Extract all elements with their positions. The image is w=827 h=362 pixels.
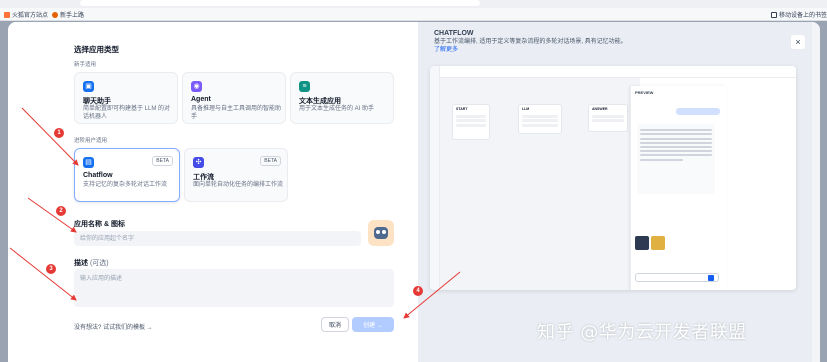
learn-more-link[interactable]: 了解更多 <box>434 47 458 53</box>
preview-toolbar <box>440 66 796 78</box>
address-bar[interactable] <box>80 0 480 6</box>
preview-canvas: START LLM ANSWER <box>440 78 640 290</box>
preview-title: CHATFLOW <box>434 30 474 37</box>
answer-node: ANSWER <box>588 104 628 132</box>
section-beginner: 新手适用 <box>74 62 97 68</box>
chat-bot-icon: ▣ <box>83 81 94 92</box>
app-type-text-generation[interactable]: ≡ 文本生成应用 用于文本生成任务的 AI 助手 <box>290 72 394 124</box>
app-type-chatflow[interactable]: ▤ BETA Chatflow 支持记忆的复杂多轮对话工作流 <box>74 148 180 202</box>
create-app-dialog: 选择应用类型 新手适用 ▣ 聊天助手 简单配置即可构建基于 LLM 的对话机器人… <box>8 22 820 362</box>
create-form-panel: 选择应用类型 新手适用 ▣ 聊天助手 简单配置即可构建基于 LLM 的对话机器人… <box>8 22 418 362</box>
agent-icon: ◉ <box>191 81 202 92</box>
app-type-heading: 选择应用类型 <box>74 45 119 54</box>
bookmark-getting-started[interactable]: 新手上路 <box>52 9 84 20</box>
assistant-message <box>637 124 715 194</box>
bookmarks-bar: 火狐官方站点 新手上路 移动设备上的书签 <box>0 8 827 21</box>
annotation-marker-3: 3 <box>46 264 56 274</box>
app-name-input[interactable] <box>74 231 361 246</box>
chatflow-icon: ▤ <box>83 157 94 168</box>
close-icon[interactable]: × <box>790 34 806 50</box>
preview-panel: CHATFLOW 基于工作流编排, 适用于定义等复杂流程的多轮对话场景, 具有记… <box>418 22 820 362</box>
user-message <box>676 108 720 115</box>
send-icon <box>708 275 714 281</box>
annotation-marker-1: 1 <box>54 128 64 138</box>
watermark: 知乎 @华为云开发者联盟 <box>537 322 747 343</box>
app-type-workflow[interactable]: ✣ BETA 工作流 面向单轮自动化任务的编排工作流 <box>184 148 288 202</box>
preview-chat-input <box>635 273 719 282</box>
beta-badge: BETA <box>152 156 173 166</box>
annotation-marker-2: 2 <box>56 206 66 216</box>
app-type-chat-assistant[interactable]: ▣ 聊天助手 简单配置即可构建基于 LLM 的对话机器人 <box>74 72 178 124</box>
beta-badge: BETA <box>260 156 281 166</box>
robot-icon <box>374 227 388 239</box>
llm-node: LLM <box>518 104 562 134</box>
folder-icon <box>4 11 10 18</box>
bookmark-firefox-site[interactable]: 火狐官方站点 <box>4 9 48 20</box>
cancel-button[interactable]: 取消 <box>321 317 349 332</box>
template-link[interactable]: 没有想法? 试试我们的模板 → <box>74 322 153 331</box>
text-gen-icon: ≡ <box>299 81 310 92</box>
app-name-label: 应用名称 & 图标 <box>74 221 125 228</box>
workflow-preview-image: START LLM ANSWER PREVIEW <box>430 66 796 290</box>
description-input[interactable] <box>74 269 394 307</box>
preview-sidebar <box>430 66 440 290</box>
section-advanced: 进阶用户适用 <box>74 138 108 144</box>
description-label: 描述 (可选) <box>74 260 109 267</box>
app-icon-picker[interactable] <box>368 220 394 246</box>
preview-description: 基于工作流编排, 适用于定义等复杂流程的多轮对话场景, 具有记忆功能。 了解更多 <box>434 39 627 53</box>
create-button[interactable]: 创建 → <box>352 317 394 332</box>
browser-toolbar <box>0 0 827 8</box>
bookmark-mobile[interactable]: 移动设备上的书签 <box>771 9 827 20</box>
start-node: START <box>452 104 490 140</box>
firefox-icon <box>52 11 58 18</box>
chat-preview-pane: PREVIEW <box>630 86 726 290</box>
mobile-bookmark-icon <box>771 11 777 18</box>
scrollbar[interactable] <box>812 22 820 362</box>
app-type-agent[interactable]: ◉ Agent 具备推理与自主工具调用的智能助手 <box>182 72 286 124</box>
annotation-marker-4: 4 <box>413 286 423 296</box>
preview-images <box>635 236 665 250</box>
workflow-icon: ✣ <box>193 157 204 168</box>
